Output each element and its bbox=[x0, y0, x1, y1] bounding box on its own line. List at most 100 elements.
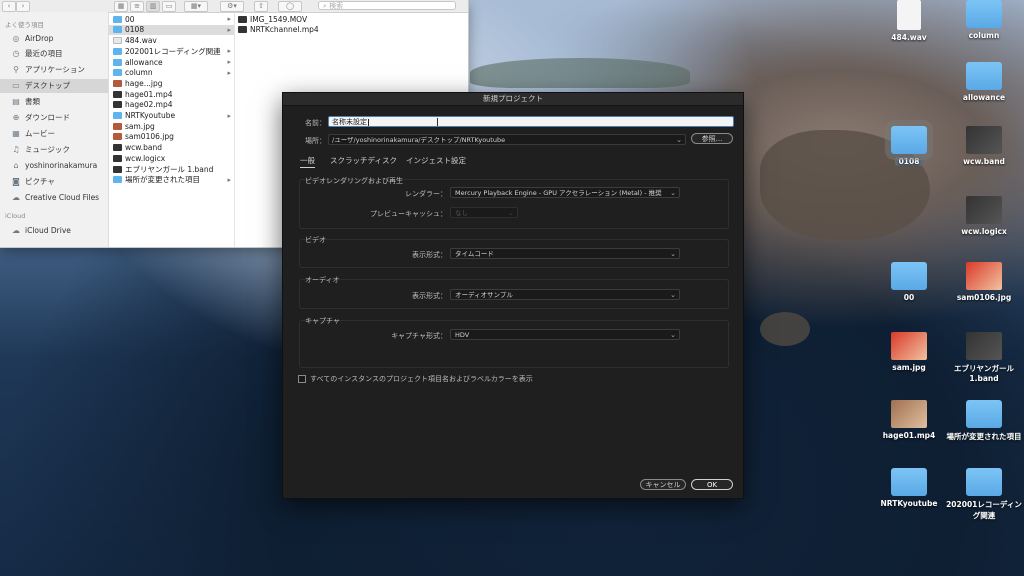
desktop-icon-item[interactable]: sam.jpg bbox=[869, 332, 949, 372]
share-button[interactable]: ⇧ bbox=[254, 1, 268, 12]
chevron-right-icon: ▸ bbox=[227, 68, 231, 77]
tab-general[interactable]: 一般 bbox=[300, 155, 315, 168]
desktop-icon-item[interactable]: sam0106.jpg bbox=[944, 262, 1024, 302]
list-item[interactable]: 484.wav bbox=[109, 35, 234, 46]
desktop-icon-item[interactable]: 202001レコーディング関連 bbox=[944, 468, 1024, 521]
dialog-title: 新規プロジェクト bbox=[283, 93, 743, 106]
chevron-down-icon: ⌄ bbox=[508, 209, 514, 217]
sidebar-item-10[interactable]: ☁ Creative Cloud Files bbox=[0, 190, 108, 204]
search-input[interactable]: ⌕ 検索 bbox=[318, 1, 456, 10]
desktop-icon-item[interactable]: allowance bbox=[944, 62, 1024, 102]
sidebar-item-5[interactable]: ⊕ ダウンロード bbox=[0, 111, 108, 125]
renderer-select[interactable]: Mercury Playback Engine - GPU アクセラレーション … bbox=[450, 187, 680, 198]
sidebar-item-7[interactable]: ♫ ミュージック bbox=[0, 142, 108, 156]
video-file-icon bbox=[238, 15, 247, 23]
list-item[interactable]: 0108 ▸ bbox=[109, 24, 234, 36]
file-icon bbox=[113, 122, 122, 130]
view-list-button[interactable]: ≡ bbox=[130, 1, 144, 12]
preview-cache-select[interactable]: なし ⌄ bbox=[450, 207, 518, 218]
list-item[interactable]: NRTKyoutube ▸ bbox=[109, 110, 234, 121]
list-item[interactable]: NRTKchannel.mp4 bbox=[234, 25, 468, 36]
list-item[interactable]: column ▸ bbox=[109, 68, 234, 79]
list-item[interactable]: wcw.logicx bbox=[109, 153, 234, 164]
desktop-icon-item[interactable]: column bbox=[944, 0, 1024, 40]
file-icon bbox=[113, 154, 122, 162]
name-label: 名前： bbox=[305, 119, 326, 127]
file-thumbnail-icon bbox=[891, 332, 927, 360]
sidebar-icloud-item-0[interactable]: ☁ iCloud Drive bbox=[0, 223, 108, 237]
desktop-icon-item[interactable]: wcw.logicx bbox=[944, 196, 1024, 236]
desktop-icon-item[interactable]: 0108 bbox=[869, 120, 949, 166]
list-item[interactable]: wcw.band bbox=[109, 142, 234, 153]
chevron-right-icon: ▸ bbox=[227, 58, 231, 67]
sidebar-item-4[interactable]: ▤ 書類 bbox=[0, 95, 108, 109]
folder-icon bbox=[966, 0, 1002, 28]
icloud-icon: ☁ bbox=[12, 225, 20, 235]
view-gallery-button[interactable]: ▭ bbox=[162, 1, 176, 12]
list-item[interactable]: 00 ▸ bbox=[109, 14, 234, 25]
back-button[interactable]: ‹ bbox=[2, 1, 16, 12]
video-display-format-select[interactable]: タイムコード ⌄ bbox=[450, 248, 680, 259]
list-item[interactable]: IMG_1549.MOV bbox=[234, 14, 468, 25]
sidebar-item-6[interactable]: ▦ ムービー bbox=[0, 126, 108, 140]
cancel-button[interactable]: キャンセル bbox=[640, 479, 686, 490]
audio-display-format-select[interactable]: オーディオサンプル ⌄ bbox=[450, 289, 680, 300]
sidebar-heading-favorites: よく使う項目 bbox=[5, 21, 44, 29]
ok-button[interactable]: OK bbox=[691, 479, 733, 490]
forward-button[interactable]: › bbox=[16, 1, 30, 12]
desktop-icon-item[interactable]: 484.wav bbox=[869, 0, 949, 42]
file-thumbnail-icon bbox=[966, 196, 1002, 224]
folder-icon bbox=[966, 400, 1002, 428]
chevron-right-icon: ▸ bbox=[227, 25, 231, 34]
sidebar-item-1[interactable]: ◷ 最近の項目 bbox=[0, 47, 108, 61]
view-columns-button[interactable]: ▥ bbox=[146, 1, 160, 12]
file-thumbnail-icon bbox=[897, 0, 921, 30]
folder-icon bbox=[113, 15, 122, 23]
sidebar-item-8[interactable]: ⌂ yoshinorinakamura bbox=[0, 158, 108, 172]
list-item[interactable]: hage02.mp4 bbox=[109, 100, 234, 111]
list-item[interactable]: sam.jpg bbox=[109, 121, 234, 132]
movie-icon: ▦ bbox=[12, 128, 20, 138]
folder-icon bbox=[113, 26, 122, 34]
cloud-icon: ☁ bbox=[12, 192, 20, 202]
tag-button[interactable]: ◯ bbox=[278, 1, 302, 12]
group-button[interactable]: ▦▾ bbox=[184, 1, 208, 12]
list-item[interactable]: allowance ▸ bbox=[109, 57, 234, 68]
desktop-icon-item[interactable]: 00 bbox=[869, 262, 949, 302]
desktop-icon-item[interactable]: エブリヤンガール 1.band bbox=[944, 332, 1024, 383]
list-item[interactable]: エブリヤンガール 1.band bbox=[109, 164, 234, 175]
sidebar-item-0[interactable]: ◎ AirDrop bbox=[0, 31, 108, 45]
capture-format-select[interactable]: HDV ⌄ bbox=[450, 329, 680, 340]
tab-scratch-disks[interactable]: スクラッチディスク bbox=[330, 155, 397, 166]
sidebar-item-2[interactable]: ⚲ アプリケーション bbox=[0, 63, 108, 77]
file-icon bbox=[113, 144, 122, 152]
finder-sidebar: よく使う項目 ◎ AirDrop ◷ 最近の項目 ⚲ アプリケーション ▭ デスクトップ ▤ 書類… bbox=[0, 12, 109, 247]
chevron-right-icon: ▸ bbox=[227, 111, 231, 120]
desktop-icon-item[interactable]: NRTKyoutube bbox=[869, 468, 949, 508]
chevron-left-icon: ‹ bbox=[7, 2, 11, 10]
desktop-icon-item[interactable]: wcw.band bbox=[944, 126, 1024, 166]
folder-icon bbox=[885, 120, 933, 160]
list-item[interactable]: sam0106.jpg bbox=[109, 132, 234, 143]
list-item[interactable]: 202001レコーディング関連 ▸ bbox=[109, 46, 234, 57]
folder-icon bbox=[113, 69, 122, 77]
document-icon: ▤ bbox=[12, 97, 20, 107]
sidebar-item-9[interactable]: ◙ ピクチャ bbox=[0, 174, 108, 188]
location-select[interactable]: /ユーザ/yoshinorinakamura/デスクトップ/NRTKyoutub… bbox=[328, 134, 686, 145]
list-item[interactable]: hage...jpg bbox=[109, 78, 234, 89]
desktop-icon-item[interactable]: hage01.mp4 bbox=[869, 400, 949, 440]
view-icons-button[interactable]: ▦ bbox=[114, 1, 128, 12]
gallery-icon: ▭ bbox=[165, 2, 173, 10]
tab-ingest-settings[interactable]: インジェスト設定 bbox=[406, 155, 466, 166]
chevron-right-icon: › bbox=[21, 2, 25, 10]
browse-button[interactable]: 参照... bbox=[691, 133, 733, 144]
list-item[interactable]: hage01.mp4 bbox=[109, 89, 234, 100]
sidebar-item-3[interactable]: ▭ デスクトップ bbox=[0, 78, 108, 93]
project-name-input[interactable]: 名称未設定 bbox=[328, 116, 734, 127]
folder-icon bbox=[891, 468, 927, 496]
desktop-icon-item[interactable]: 場所が変更された項目 bbox=[944, 400, 1024, 442]
show-label-colors-checkbox[interactable] bbox=[298, 375, 306, 383]
chevron-right-icon: ▸ bbox=[227, 15, 231, 24]
action-button[interactable]: ⚙▾ bbox=[220, 1, 244, 12]
list-item[interactable]: 場所が変更された項目 ▸ bbox=[109, 175, 234, 186]
